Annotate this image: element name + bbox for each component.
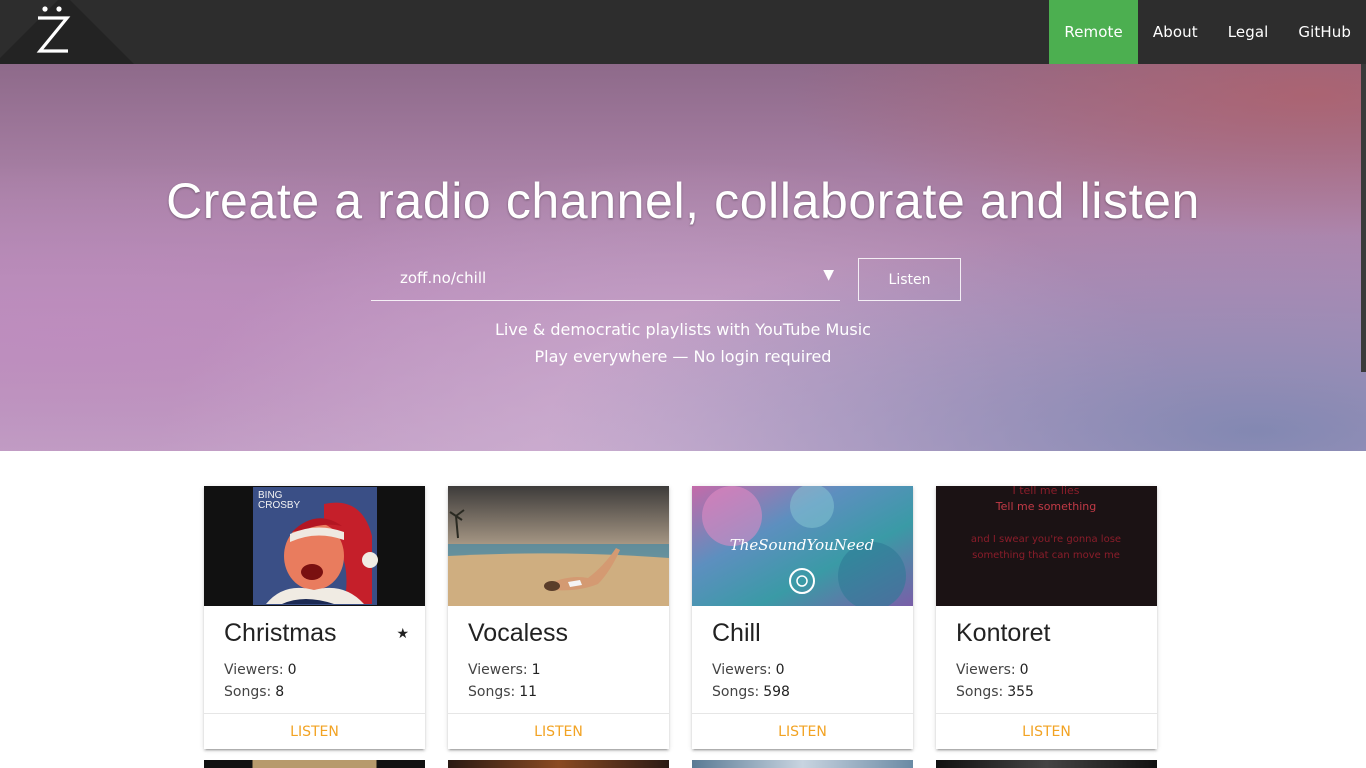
channel-name: Vocaless xyxy=(468,619,569,647)
channel-input[interactable] xyxy=(371,256,791,300)
songs-count: Songs: 8 xyxy=(224,684,285,700)
tagline-secondary: Play everywhere — No login required xyxy=(534,347,832,366)
channel-card-partial[interactable] xyxy=(692,760,913,768)
hero-section: Create a radio channel, collaborate and … xyxy=(0,64,1366,451)
svg-text:TheSoundYouNeed: TheSoundYouNeed xyxy=(730,536,875,554)
channel-cards: BING CROSBY Christmas ★ Viewers: 0 Songs:… xyxy=(204,486,1158,768)
beach-photo xyxy=(448,486,669,606)
channel-thumbnail[interactable]: TheSoundYouNeed xyxy=(692,486,913,606)
listen-link-kontoret[interactable]: LISTEN xyxy=(936,713,1157,749)
channel-name: Chill xyxy=(712,619,761,647)
thesoundyouneed-art: TheSoundYouNeed xyxy=(692,486,913,606)
channel-card-partial[interactable] xyxy=(204,760,425,768)
viewers-count: Viewers: 0 xyxy=(956,662,1029,678)
svg-text:I tell me lies: I tell me lies xyxy=(1012,486,1079,497)
dropdown-arrow-icon[interactable]: ▼ xyxy=(823,267,834,283)
channel-thumbnail[interactable]: BING CROSBY xyxy=(204,486,425,606)
nav-legal[interactable]: Legal xyxy=(1213,0,1284,64)
listen-link-vocaless[interactable]: LISTEN xyxy=(448,713,669,749)
listen-button[interactable]: Listen xyxy=(858,258,961,301)
songs-count: Songs: 355 xyxy=(956,684,1034,700)
channel-card-christmas[interactable]: BING CROSBY Christmas ★ Viewers: 0 Songs:… xyxy=(204,486,425,749)
zoff-logo-icon[interactable] xyxy=(34,2,72,58)
svg-text:something that can move me: something that can move me xyxy=(972,550,1120,561)
songs-count: Songs: 598 xyxy=(712,684,790,700)
channel-name: Kontoret xyxy=(956,619,1051,647)
channel-card-kontoret[interactable]: I tell me lies Tell me something and I s… xyxy=(936,486,1157,749)
tagline-primary: Live & democratic playlists with YouTube… xyxy=(495,320,871,339)
star-icon: ★ xyxy=(396,626,409,642)
lyrics-video-art: I tell me lies Tell me something and I s… xyxy=(936,486,1157,606)
svg-text:and I swear you're gonna lose: and I swear you're gonna lose xyxy=(971,534,1121,545)
channel-card-partial[interactable] xyxy=(448,760,669,768)
channel-card-vocaless[interactable]: Vocaless Viewers: 1 Songs: 11 LISTEN xyxy=(448,486,669,749)
viewers-count: Viewers: 1 xyxy=(468,662,541,678)
svg-text:CROSBY: CROSBY xyxy=(258,500,301,511)
songs-count: Songs: 11 xyxy=(468,684,538,700)
nav-links: Remote About Legal GitHub xyxy=(1049,0,1366,64)
channel-name: Christmas xyxy=(224,619,337,647)
viewers-count: Viewers: 0 xyxy=(712,662,785,678)
channel-thumbnail[interactable]: I tell me lies Tell me something and I s… xyxy=(936,486,1157,606)
christmas-album-art: BING CROSBY xyxy=(204,486,425,606)
listen-link-chill[interactable]: LISTEN xyxy=(692,713,913,749)
svg-text:Tell me something: Tell me something xyxy=(995,500,1096,513)
channel-card-partial[interactable] xyxy=(936,760,1157,768)
channel-thumbnail[interactable] xyxy=(448,486,669,606)
top-navbar: Remote About Legal GitHub xyxy=(0,0,1366,64)
channel-input-wrapper[interactable]: ▼ xyxy=(371,256,840,301)
hero-title: Create a radio channel, collaborate and … xyxy=(166,173,1200,229)
nav-github[interactable]: GitHub xyxy=(1283,0,1366,64)
listen-link-christmas[interactable]: LISTEN xyxy=(204,713,425,749)
viewers-count: Viewers: 0 xyxy=(224,662,297,678)
channel-card-chill[interactable]: TheSoundYouNeed Chill Viewers: 0 Songs: 59… xyxy=(692,486,913,749)
nav-about[interactable]: About xyxy=(1138,0,1213,64)
nav-remote[interactable]: Remote xyxy=(1049,0,1138,64)
